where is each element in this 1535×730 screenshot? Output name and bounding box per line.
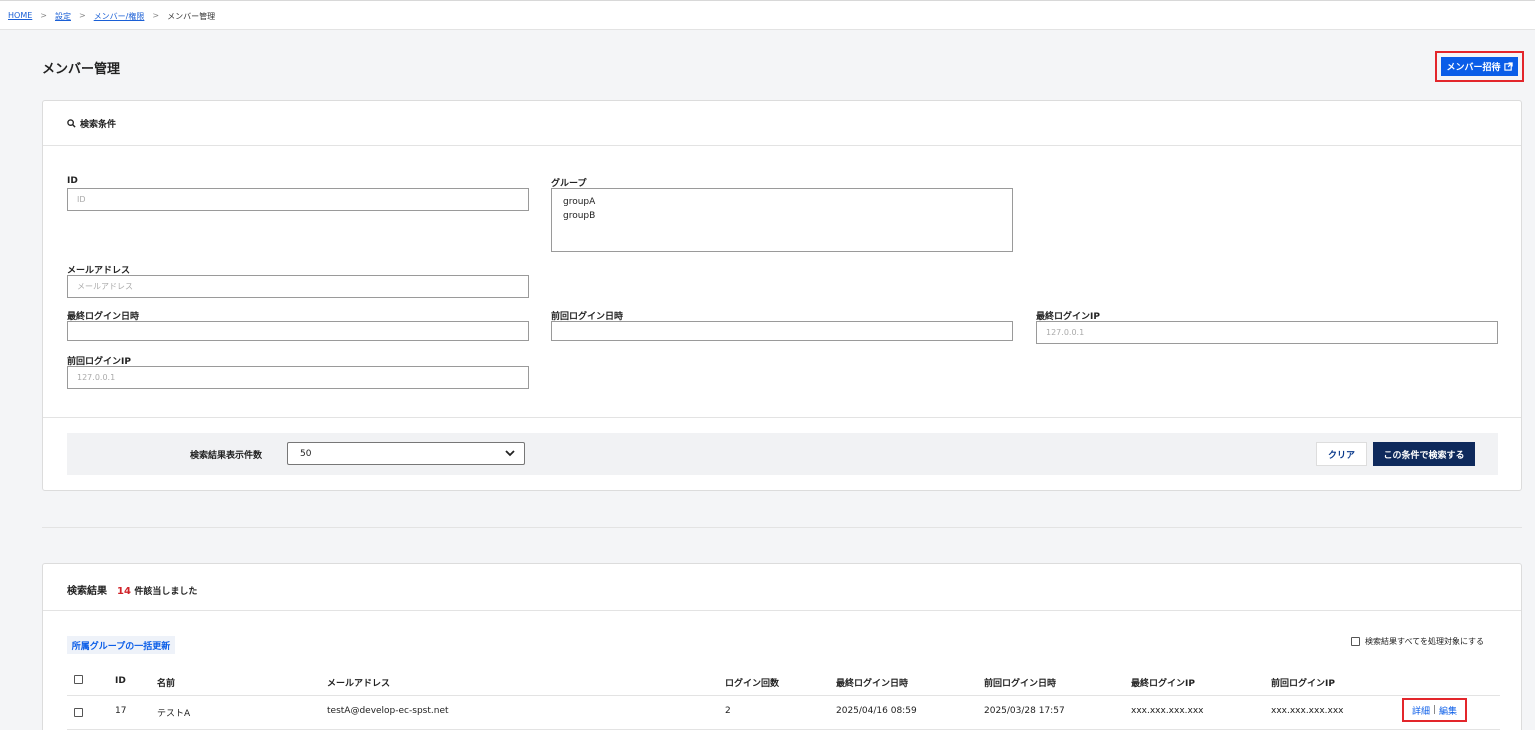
table-header-divider <box>67 695 1500 696</box>
breadcrumb: HOME > 設定 > メンバー/権限 > メンバー管理 <box>8 11 215 22</box>
cell-last-login: 2025/04/16 08:59 <box>836 706 917 716</box>
divider <box>43 417 1521 418</box>
select-all-results-checkbox[interactable] <box>1351 637 1360 646</box>
id-input[interactable]: ID <box>67 188 529 211</box>
column-header-email: メールアドレス <box>327 679 391 689</box>
cell-email: testA@develop-ec-spst.net <box>327 706 449 716</box>
search-icon <box>67 119 76 128</box>
results-count-suffix: 件該当しました <box>134 587 198 597</box>
group-option[interactable]: groupA <box>563 195 1001 209</box>
column-header-login-count: ログイン回数 <box>725 679 780 689</box>
last-ip-input[interactable]: 127.0.0.1 <box>1036 321 1498 344</box>
cell-last-ip: xxx.xxx.xxx.xxx <box>1131 706 1204 716</box>
bulk-group-update-button[interactable]: 所属グループの一括更新 <box>67 636 175 654</box>
search-footer: 検索結果表示件数 50 クリア この条件で検索する <box>67 433 1498 475</box>
breadcrumb-separator: > <box>152 11 160 20</box>
search-submit-button[interactable]: この条件で検索する <box>1373 442 1475 466</box>
prev-ip-input[interactable]: 127.0.0.1 <box>67 366 529 389</box>
per-page-select[interactable]: 50 <box>287 442 525 465</box>
invite-highlight: メンバー招待 <box>1435 51 1524 82</box>
breadcrumb-members-permissions[interactable]: メンバー/権限 <box>94 11 145 22</box>
invite-button-label: メンバー招待 <box>1446 62 1501 72</box>
cell-prev-login: 2025/03/28 17:57 <box>984 706 1065 716</box>
edit-link[interactable]: 編集 <box>1439 704 1457 717</box>
prev-login-input[interactable] <box>551 321 1013 341</box>
results-header: 検索結果 14 件該当しました <box>43 564 1521 611</box>
select-all-results-label: 検索結果すべてを処理対象にする <box>1365 637 1485 646</box>
column-header-last-login: 最終ログイン日時 <box>836 679 909 689</box>
search-panel-title: 検索条件 <box>80 120 117 130</box>
cell-name: テストA <box>157 709 191 719</box>
column-header-name: 名前 <box>157 679 176 689</box>
action-separator: | <box>1432 705 1437 715</box>
column-header-prev-login: 前回ログイン日時 <box>984 679 1057 689</box>
cell-login-count: 2 <box>725 706 731 716</box>
column-header-prev-ip: 前回ログインIP <box>1271 679 1335 689</box>
detail-link[interactable]: 詳細 <box>1412 704 1430 717</box>
row-actions: 詳細 | 編集 <box>1402 698 1467 722</box>
column-header-last-ip: 最終ログインIP <box>1131 679 1195 689</box>
column-header-id: ID <box>115 676 126 686</box>
email-input[interactable]: メールアドレス <box>67 275 529 298</box>
row-checkbox[interactable] <box>74 708 83 717</box>
breadcrumb-settings[interactable]: 設定 <box>55 11 71 22</box>
section-divider <box>42 527 1522 528</box>
header-checkbox[interactable] <box>74 675 83 684</box>
clear-button[interactable]: クリア <box>1316 442 1367 466</box>
top-bar: HOME > 設定 > メンバー/権限 > メンバー管理 <box>0 0 1535 30</box>
breadcrumb-current: メンバー管理 <box>167 12 216 21</box>
cell-id: 17 <box>115 706 127 716</box>
results-title: 検索結果 <box>67 586 107 597</box>
per-page-label: 検索結果表示件数 <box>190 451 263 461</box>
group-option[interactable]: groupB <box>563 209 1001 223</box>
select-all-results[interactable]: 検索結果すべてを処理対象にする <box>1351 636 1484 647</box>
id-label: ID <box>67 176 78 186</box>
breadcrumb-separator: > <box>40 11 47 20</box>
breadcrumb-separator: > <box>78 11 86 20</box>
search-panel-header: 検索条件 <box>43 101 1521 146</box>
search-panel: 検索条件 ID ID グループ groupA groupB メールアドレス メー… <box>42 100 1522 491</box>
cell-prev-ip: xxx.xxx.xxx.xxx <box>1271 706 1344 716</box>
page-title: メンバー管理 <box>42 62 121 77</box>
group-listbox[interactable]: groupA groupB <box>551 188 1013 252</box>
results-count: 14 <box>117 586 131 597</box>
results-panel: 検索結果 14 件該当しました 所属グループの一括更新 検索結果すべてを処理対象… <box>42 563 1522 730</box>
invite-member-button[interactable]: メンバー招待 <box>1441 57 1518 76</box>
external-link-icon <box>1503 62 1513 71</box>
last-login-input[interactable] <box>67 321 529 341</box>
chevron-down-icon <box>505 450 515 457</box>
breadcrumb-home[interactable]: HOME <box>8 11 32 22</box>
per-page-value: 50 <box>300 448 312 459</box>
